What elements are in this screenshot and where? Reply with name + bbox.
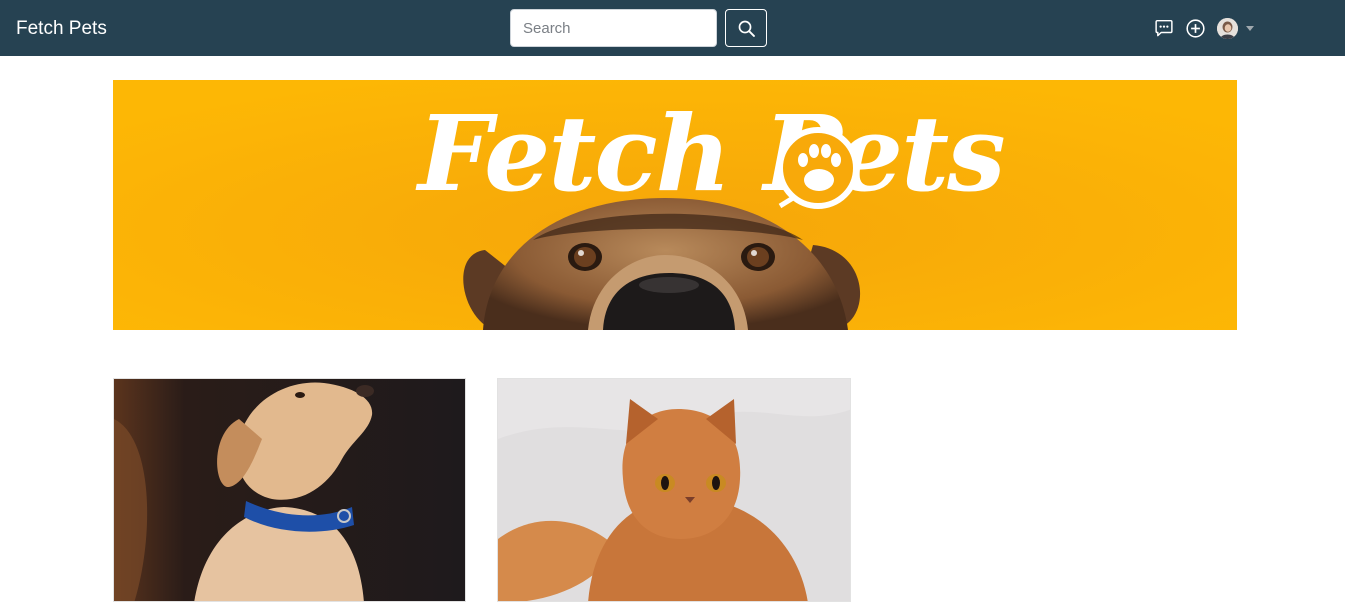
hero-banner: Fetch Pets — [113, 80, 1237, 330]
navbar: Fetch Pets — [0, 0, 1345, 56]
messages-button[interactable] — [1154, 18, 1174, 38]
chat-dots-icon — [1155, 19, 1173, 37]
dog-photo — [114, 379, 465, 601]
user-avatar — [1217, 18, 1238, 39]
search-icon — [738, 20, 755, 37]
brand-link[interactable]: Fetch Pets — [16, 16, 107, 42]
banner-logo-text: Fetch Pets — [415, 92, 1004, 215]
pet-card-cat[interactable] — [497, 378, 851, 602]
search-button[interactable] — [725, 9, 767, 47]
add-listing-button[interactable] — [1185, 18, 1205, 38]
banner-image: Fetch Pets — [113, 80, 1237, 330]
search-input[interactable] — [510, 9, 717, 47]
plus-circle-icon — [1185, 18, 1205, 38]
caret-down-icon — [1246, 26, 1254, 31]
user-menu-toggle[interactable] — [1217, 18, 1257, 40]
cat-photo — [498, 379, 850, 601]
pet-card-dog[interactable] — [113, 378, 466, 602]
